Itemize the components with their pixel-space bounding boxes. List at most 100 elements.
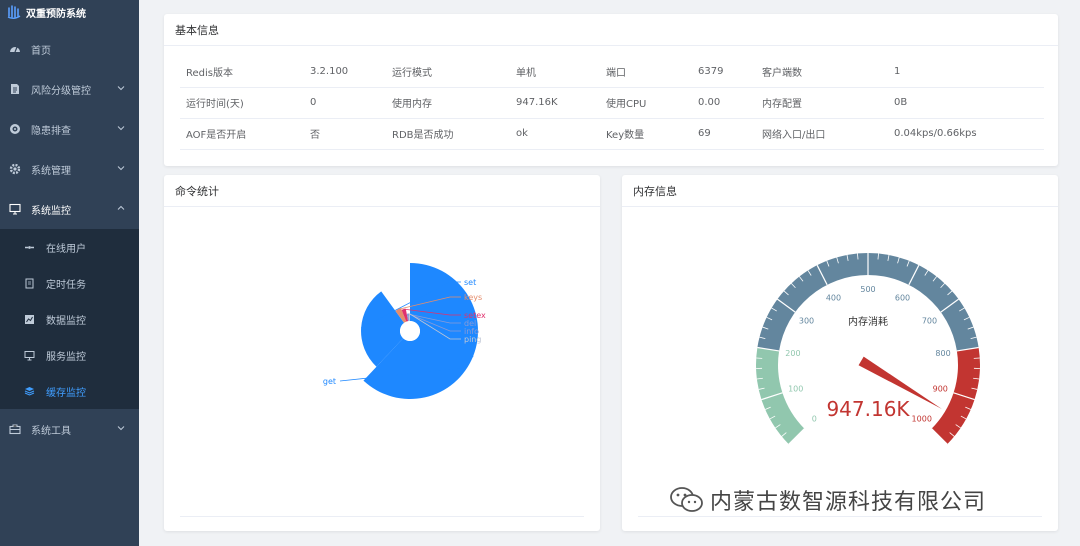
pie-label: set [464, 278, 476, 287]
basic-info-table: Redis版本 3.2.100 运行模式 单机 端口 6379 客户端数 1 运行时间(天) 0 使… [180, 56, 1044, 150]
pie-label: get [323, 377, 336, 386]
gauge-title: 内存消耗 [848, 315, 888, 328]
menu-label: 首页 [31, 45, 51, 57]
info-key: 网络入口/出口 [756, 118, 888, 150]
brand-title: 双重预防系统 [26, 8, 86, 20]
submenu-label: 在线用户 [46, 243, 86, 255]
info-value: 3.2.100 [304, 56, 386, 88]
info-key: 使用CPU [600, 87, 692, 119]
brand[interactable]: 双重预防系统 [0, 0, 139, 24]
info-value: 69 [692, 118, 756, 150]
info-key: RDB是否成功 [386, 118, 510, 150]
info-value: 947.16K [510, 87, 600, 119]
info-row: AOF是否开启否 RDB是否成功 ok Key数量 69 网络入口/出口 0.04kps/0… [180, 118, 1044, 150]
submenu-label: 定时任务 [46, 279, 86, 291]
info-value: 0.04kps/0.66kps [888, 118, 1044, 150]
toolbox-icon [9, 423, 21, 435]
pie-center [400, 321, 420, 341]
basic-info-card: 基本信息 Redis版本 3.2.100 运行模式 单机 端口 6379 客户端数 1 运行时间… [164, 14, 1058, 166]
redis-icon [24, 386, 35, 397]
chevron-down-icon [117, 166, 125, 171]
pie-label: ping [464, 335, 481, 344]
submenu-item-online[interactable]: 在线用户 [0, 229, 139, 265]
menu-label: 系统监控 [31, 205, 71, 217]
submenu-monitor: 在线用户 定时任务 数据监控 服务监控 缓存监控 [0, 229, 139, 409]
card-title: 基本信息 [164, 14, 1058, 46]
gauge-tick-label: 600 [895, 293, 910, 302]
chevron-down-icon [117, 86, 125, 91]
card-title: 内存信息 [622, 175, 1058, 207]
document-icon [9, 83, 21, 95]
memory-info-card: 内存信息 0 100 200 300 400 500 600 700 800 900 1000 内存消… [622, 175, 1058, 531]
gauge-tick [857, 253, 859, 260]
info-row: Redis版本 3.2.100 运行模式 单机 端口 6379 客户端数 1 [180, 56, 1044, 88]
menu-label: 系统管理 [31, 165, 71, 177]
menu-item-home[interactable]: 首页 [0, 29, 139, 69]
info-value: 1 [888, 56, 1044, 88]
info-value: 6379 [692, 56, 756, 88]
menu-item-monitor[interactable]: 系统监控 [0, 189, 139, 229]
submenu-item-cache[interactable]: 缓存监控 [0, 373, 139, 409]
submenu-item-job[interactable]: 定时任务 [0, 265, 139, 301]
gauge-tick-label: 1000 [912, 415, 932, 424]
submenu-item-server[interactable]: 服务监控 [0, 337, 139, 373]
gauge-tick-label: 0 [812, 415, 817, 424]
pie-label: keys [464, 293, 482, 302]
submenu-item-data[interactable]: 数据监控 [0, 301, 139, 337]
info-key: AOF是否开启 [180, 118, 304, 150]
command-stats-card: 命令统计 get set keys setex del info ping [164, 175, 600, 531]
chevron-down-icon [117, 426, 125, 431]
gauge-tick [877, 253, 879, 260]
info-key: 客户端数 [756, 56, 888, 88]
gauge-value: 947.16K [826, 397, 910, 421]
watermark-text: 内蒙古数智源科技有限公司 [710, 490, 987, 515]
menu-label: 风险分级管控 [31, 85, 91, 97]
submenu-label: 服务监控 [46, 351, 86, 363]
job-icon [24, 278, 35, 289]
monitor-icon [9, 203, 21, 215]
submenu-label: 缓存监控 [46, 387, 86, 399]
gauge-tick-label: 900 [933, 384, 948, 393]
menu-item-hazard[interactable]: 隐患排查 [0, 109, 139, 149]
menu-item-system[interactable]: 系统管理 [0, 149, 139, 189]
info-key: 内存配置 [756, 87, 888, 119]
online-icon [24, 242, 35, 253]
gear-icon [9, 163, 21, 175]
sidebar: 双重预防系统 首页 风险分级管控 隐患排查 系统管理 系统监控 在线用户 定时任… [0, 0, 139, 546]
menu-label: 系统工具 [31, 425, 71, 437]
menu-item-tools[interactable]: 系统工具 [0, 409, 139, 449]
gauge-tick-label: 100 [788, 384, 803, 393]
gauge-tick-label: 300 [799, 316, 814, 325]
logo-icon [7, 5, 21, 19]
info-key: 使用内存 [386, 87, 510, 119]
info-value: 0 [304, 87, 386, 119]
chevron-down-icon [117, 126, 125, 131]
chart-icon [24, 314, 35, 325]
info-key: 运行模式 [386, 56, 510, 88]
info-key: Redis版本 [180, 56, 304, 88]
target-icon [9, 123, 21, 135]
info-value: 否 [304, 118, 386, 150]
info-value: 单机 [510, 56, 600, 88]
command-pie-chart: getsetkeyssetexdelinfoping [323, 263, 486, 399]
info-row: 运行时间(天) 0 使用内存 947.16K 使用CPU 0.00 内存配置 0B [180, 87, 1044, 119]
dashboard-icon [9, 43, 21, 55]
gauge-tick-label: 500 [860, 285, 875, 294]
info-key: 运行时间(天) [180, 87, 304, 119]
info-key: Key数量 [600, 118, 692, 150]
card-title: 命令统计 [164, 175, 600, 207]
gauge-tick-label: 700 [922, 316, 937, 325]
wechat-icon [670, 487, 703, 512]
gauge-tick-label: 800 [935, 349, 950, 358]
info-value: 0B [888, 87, 1044, 119]
info-value: ok [510, 118, 600, 150]
watermark: 内蒙古数智源科技有限公司 [668, 480, 1058, 520]
gauge-band [756, 347, 805, 445]
chevron-up-icon [117, 205, 125, 210]
info-key: 端口 [600, 56, 692, 88]
menu-item-risk[interactable]: 风险分级管控 [0, 69, 139, 109]
menu-label: 隐患排查 [31, 125, 71, 137]
gauge-tick-label: 200 [785, 349, 800, 358]
submenu-label: 数据监控 [46, 315, 86, 327]
divider [180, 516, 584, 517]
